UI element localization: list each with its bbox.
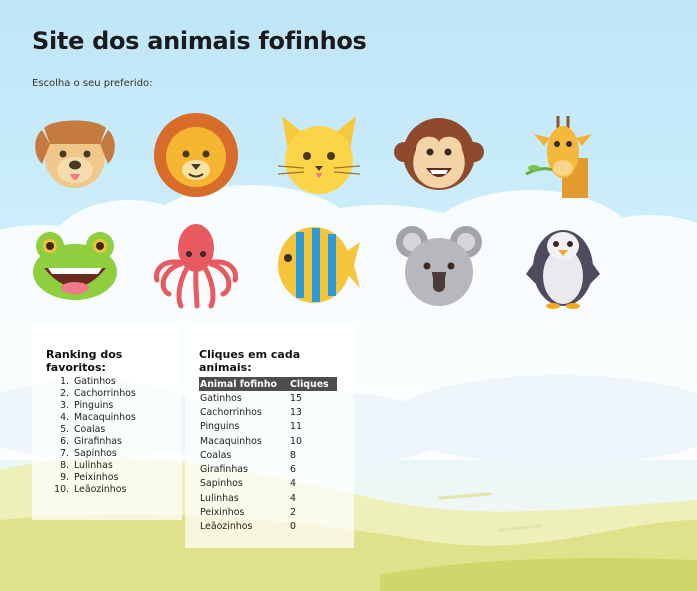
ranking-item: Sapinhos <box>72 448 136 460</box>
animal-cell: Macaquinhos <box>200 435 262 447</box>
clicks-cell: 6 <box>290 464 296 476</box>
table-row: Coalas 8 <box>199 448 337 462</box>
animal-cell: Lulinhas <box>200 492 239 504</box>
clicks-heading: Cliques em cada animais: <box>199 348 301 374</box>
fish-icon[interactable] <box>274 220 364 310</box>
clicks-cell: 4 <box>290 492 296 504</box>
animal-cell: Sapinhos <box>200 478 243 490</box>
ranking-list: Gatinhos Cachorrinhos Pinguins Macaquinh… <box>58 376 136 496</box>
main-content: Site dos animais fofinhos Escolha o seu … <box>0 0 697 591</box>
table-header-row: Animal fofinho Cliques <box>199 377 337 391</box>
animal-cell: Cachorrinhos <box>200 406 262 418</box>
ranking-item: Girafinhas <box>72 436 136 448</box>
cat-icon[interactable] <box>274 110 364 200</box>
ranking-item: Pinguins <box>72 400 136 412</box>
dog-icon[interactable] <box>30 110 120 200</box>
page-subtitle: Escolha o seu preferido: <box>32 78 153 89</box>
ranking-panel: Ranking dos favoritos: Gatinhos Cachorri… <box>32 322 182 520</box>
ranking-item: Cachorrinhos <box>72 388 136 400</box>
animal-cell: Leãozinhos <box>200 521 253 533</box>
table-row: Peixinhos 2 <box>199 505 337 519</box>
animal-cell: Peixinhos <box>200 507 245 519</box>
table-row: Pinguins 11 <box>199 420 337 434</box>
table-row: Sapinhos 4 <box>199 477 337 491</box>
ranking-heading: Ranking dos favoritos: <box>46 348 123 374</box>
ranking-item: Leãozinhos <box>72 484 136 496</box>
frog-icon[interactable] <box>30 220 120 310</box>
clicks-cell: 2 <box>290 507 296 519</box>
clicks-cell: 13 <box>290 406 302 418</box>
ranking-item: Gatinhos <box>72 376 136 388</box>
ranking-item: Macaquinhos <box>72 412 136 424</box>
clicks-cell: 8 <box>290 449 296 461</box>
ranking-item: Peixinhos <box>72 472 136 484</box>
column-header-animal: Animal fofinho <box>199 377 289 391</box>
animal-cell: Pinguins <box>200 421 240 433</box>
table-row: Leãozinhos 0 <box>199 520 337 534</box>
clicks-cell: 4 <box>290 478 296 490</box>
page-title: Site dos animais fofinhos <box>32 27 367 55</box>
clicks-table: Animal fofinho Cliques Gatinhos 15 Cachor… <box>199 377 337 534</box>
clicks-cell: 0 <box>290 521 296 533</box>
koala-icon[interactable] <box>394 220 484 310</box>
lion-icon[interactable] <box>151 110 241 200</box>
penguin-icon[interactable] <box>518 220 608 310</box>
column-header-clicks: Cliques <box>289 377 337 391</box>
table-row: Girafinhas 6 <box>199 462 337 476</box>
clicks-cell: 11 <box>290 421 302 433</box>
table-row: Macaquinhos 10 <box>199 434 337 448</box>
ranking-item: Lulinhas <box>72 460 136 472</box>
table-row: Gatinhos 15 <box>199 391 337 405</box>
animal-cell: Coalas <box>200 449 232 461</box>
octopus-icon[interactable] <box>151 220 241 310</box>
monkey-icon[interactable] <box>394 110 484 200</box>
giraffe-icon[interactable] <box>518 110 608 200</box>
animal-cell: Gatinhos <box>200 392 242 404</box>
animal-cell: Girafinhas <box>200 464 248 476</box>
table-row: Lulinhas 4 <box>199 491 337 505</box>
table-row: Cachorrinhos 13 <box>199 405 337 419</box>
clicks-cell: 10 <box>290 435 302 447</box>
clicks-cell: 15 <box>290 392 302 404</box>
ranking-item: Coalas <box>72 424 136 436</box>
clicks-panel: Cliques em cada animais: Animal fofinho … <box>185 322 354 548</box>
